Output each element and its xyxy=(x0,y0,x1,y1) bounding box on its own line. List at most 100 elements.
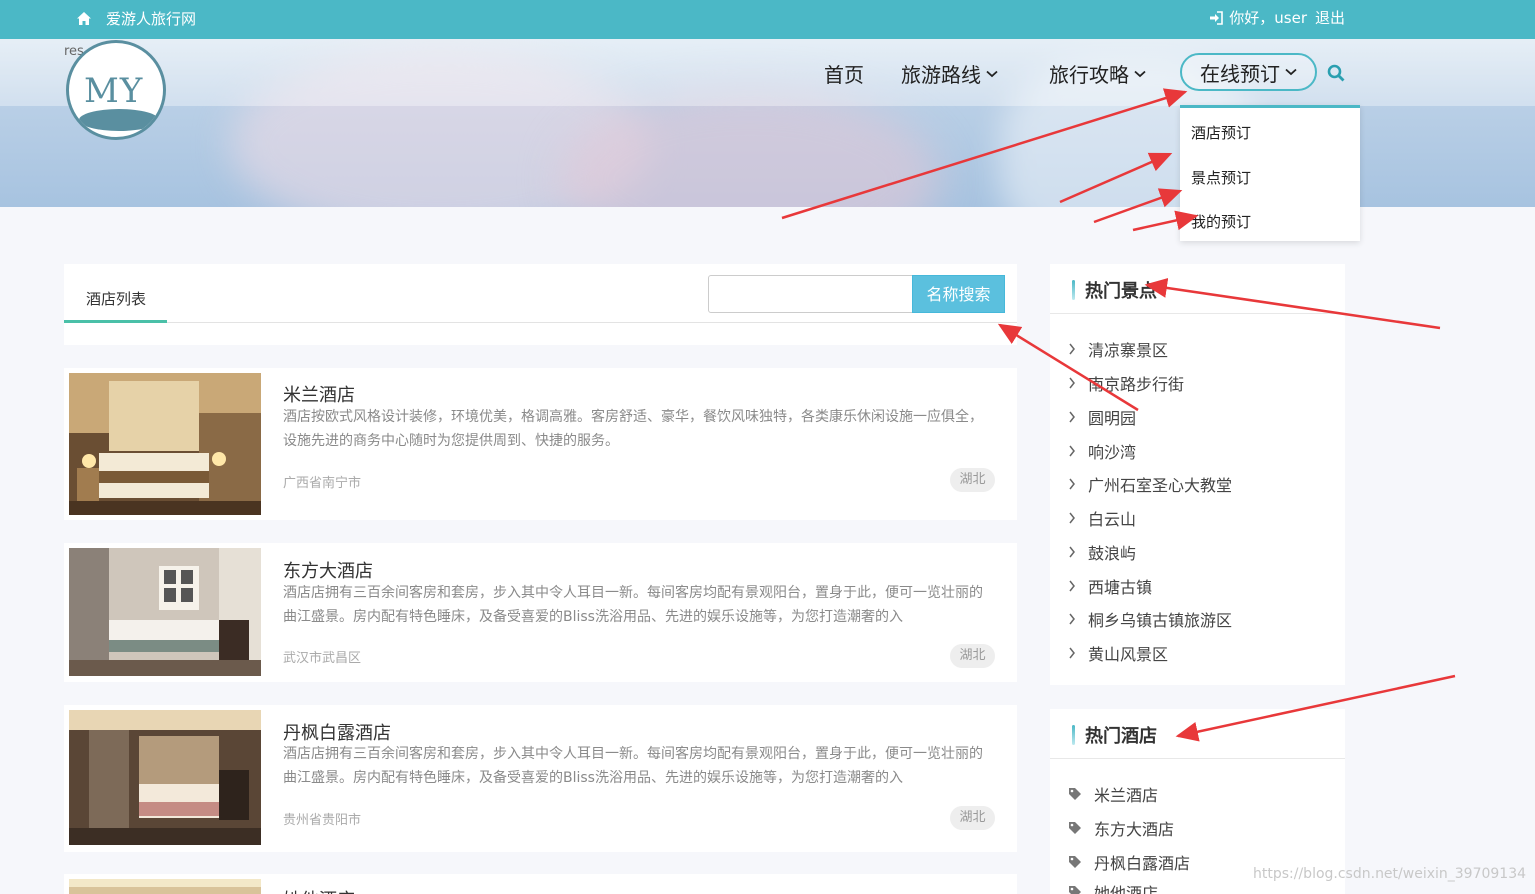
hotel-name[interactable]: 米兰酒店 xyxy=(283,381,355,407)
main-nav: 首页 旅游路线 旅行攻略 在线预订 xyxy=(0,53,1535,91)
top-bar: 爱游人旅行网 你好，user 退出 xyxy=(0,0,1535,39)
menu-item-spot-booking[interactable]: 景点预订 xyxy=(1191,167,1251,188)
hotel-card[interactable]: 米兰酒店 酒店按欧式风格设计装修，环境优美，格调高雅。客房舒适、豪华，餐饮风味独… xyxy=(64,368,1017,520)
hot-spot-item[interactable]: 南京路步行街 xyxy=(1068,371,1184,395)
hot-hotel-item[interactable]: 东方大酒店 xyxy=(1068,816,1174,840)
hot-spot-item[interactable]: 广州石室圣心大教堂 xyxy=(1068,472,1232,496)
hot-hotel-label: 米兰酒店 xyxy=(1094,786,1159,805)
hot-spots-heading: 热门景点 xyxy=(1072,277,1157,303)
search-icon[interactable] xyxy=(1327,64,1345,82)
province-tag[interactable]: 湖北 xyxy=(950,644,995,668)
tab-hotel-list[interactable]: 酒店列表 xyxy=(86,288,146,309)
hot-hotels-heading: 热门酒店 xyxy=(1072,722,1157,748)
hotel-thumbnail[interactable] xyxy=(69,373,261,515)
hotel-description: 酒店按欧式风格设计装修，环境优美，格调高雅。客房舒适、豪华，餐饮风味独特，各类康… xyxy=(283,409,983,449)
active-tab-indicator xyxy=(64,320,167,323)
hot-spot-label: 桐乡乌镇古镇旅游区 xyxy=(1088,611,1233,630)
tag-icon xyxy=(1069,788,1081,800)
chevron-down-icon xyxy=(1134,70,1146,77)
sign-in-icon xyxy=(1210,10,1224,25)
hot-spot-label: 白云山 xyxy=(1088,510,1137,529)
logo-wave xyxy=(79,109,159,131)
province-tag[interactable]: 湖北 xyxy=(950,806,995,830)
hot-spot-label: 清凉寨景区 xyxy=(1088,341,1169,360)
hot-spot-item[interactable]: 圆明园 xyxy=(1068,405,1136,429)
name-search-button[interactable]: 名称搜索 xyxy=(912,275,1005,313)
hot-hotel-label: 东方大酒店 xyxy=(1094,820,1175,839)
divider xyxy=(64,322,1017,323)
user-area: 你好，user 退出 xyxy=(1209,7,1345,28)
hot-spot-item[interactable]: 黄山风景区 xyxy=(1068,641,1168,665)
hotel-room-image xyxy=(69,373,261,515)
hotel-room-image xyxy=(69,879,261,894)
hot-spot-item[interactable]: 清凉寨景区 xyxy=(1068,337,1168,361)
hotel-card[interactable]: 她他酒店 xyxy=(64,874,1017,894)
booking-dropdown-menu: 酒店预订 景点预订 我的预订 xyxy=(1180,105,1360,241)
hot-spot-label: 响沙湾 xyxy=(1088,443,1137,462)
hot-hotel-label: 她他酒店 xyxy=(1094,884,1159,894)
menu-item-hotel-booking[interactable]: 酒店预订 xyxy=(1191,122,1251,143)
chevron-right-icon xyxy=(1069,647,1075,659)
hot-hotel-item[interactable]: 丹枫白露酒店 xyxy=(1068,850,1190,874)
hot-hotel-label: 丹枫白露酒店 xyxy=(1094,854,1191,873)
site-name: 爱游人旅行网 xyxy=(106,10,197,28)
hot-hotel-item[interactable]: 米兰酒店 xyxy=(1068,782,1158,806)
hotel-list-header: 酒店列表 名称搜索 xyxy=(64,264,1017,345)
hot-spot-label: 南京路步行街 xyxy=(1088,375,1185,394)
hotel-name[interactable]: 东方大酒店 xyxy=(283,557,373,583)
heading-accent-bar xyxy=(1072,280,1075,300)
nav-home[interactable]: 首页 xyxy=(824,59,864,88)
hot-hotel-item[interactable]: 她他酒店 xyxy=(1068,880,1158,894)
logout-link[interactable]: 退出 xyxy=(1315,7,1345,28)
hot-spot-item[interactable]: 响沙湾 xyxy=(1068,439,1136,463)
hotel-location: 贵州省贵阳市 xyxy=(283,813,362,828)
hotel-thumbnail[interactable] xyxy=(69,710,261,845)
home-icon xyxy=(77,11,91,25)
heading-accent-bar xyxy=(1072,725,1075,745)
chevron-right-icon xyxy=(1069,343,1075,355)
nav-guides[interactable]: 旅行攻略 xyxy=(1049,59,1146,88)
hotel-description: 酒店店拥有三百余间客房和套房，步入其中令人耳目一新。每间客房均配有景观阳台，置身… xyxy=(283,585,983,625)
chevron-down-icon xyxy=(1285,68,1297,76)
chevron-right-icon xyxy=(1069,377,1075,389)
menu-item-my-booking[interactable]: 我的预订 xyxy=(1191,211,1251,232)
hot-spot-label: 西塘古镇 xyxy=(1088,578,1153,597)
hot-spots-panel: 热门景点 清凉寨景区 南京路步行街 圆明园 响沙湾 广州石室圣心大教堂 白云山 … xyxy=(1050,264,1345,685)
hot-spot-label: 鼓浪屿 xyxy=(1088,544,1137,563)
chevron-right-icon xyxy=(1069,411,1075,423)
hotel-card[interactable]: 东方大酒店 酒店店拥有三百余间客房和套房，步入其中令人耳目一新。每间客房均配有景… xyxy=(64,543,1017,682)
hotel-name[interactable]: 她他酒店 xyxy=(283,886,355,894)
province-tag[interactable]: 湖北 xyxy=(950,468,995,492)
chevron-down-icon xyxy=(986,70,998,77)
hot-spot-item[interactable]: 西塘古镇 xyxy=(1068,574,1152,598)
nav-booking[interactable]: 在线预订 xyxy=(1180,53,1317,91)
hot-spots-title: 热门景点 xyxy=(1085,281,1157,302)
hot-spot-label: 黄山风景区 xyxy=(1088,645,1169,664)
nav-routes[interactable]: 旅游路线 xyxy=(901,59,998,88)
nav-label: 旅行攻略 xyxy=(1049,63,1129,87)
hotel-location: 广西省南宁市 xyxy=(283,476,362,491)
nav-label: 首页 xyxy=(824,63,864,87)
home-link[interactable]: 爱游人旅行网 xyxy=(76,8,196,29)
hot-spot-item[interactable]: 桐乡乌镇古镇旅游区 xyxy=(1068,607,1232,631)
hotel-room-image xyxy=(69,710,261,845)
tag-icon xyxy=(1069,822,1081,834)
divider xyxy=(1050,758,1345,759)
hot-spot-item[interactable]: 白云山 xyxy=(1068,506,1136,530)
watermark: https://blog.csdn.net/weixin_39709134 xyxy=(1253,866,1527,882)
hot-spot-item[interactable]: 鼓浪屿 xyxy=(1068,540,1136,564)
hot-spot-label: 广州石室圣心大教堂 xyxy=(1088,476,1233,495)
chevron-right-icon xyxy=(1069,512,1075,524)
hotel-thumbnail[interactable] xyxy=(69,879,261,894)
nav-label: 旅游路线 xyxy=(901,63,981,87)
tag-icon xyxy=(1069,856,1081,868)
hot-hotels-title: 热门酒店 xyxy=(1085,726,1157,747)
hotel-search-input[interactable] xyxy=(708,275,913,313)
tag-icon xyxy=(1069,886,1081,894)
hotel-thumbnail[interactable] xyxy=(69,548,261,676)
hotel-location: 武汉市武昌区 xyxy=(283,651,362,666)
chevron-right-icon xyxy=(1069,546,1075,558)
hotel-card[interactable]: 丹枫白露酒店 酒店店拥有三百余间客房和套房，步入其中令人耳目一新。每间客房均配有… xyxy=(64,705,1017,852)
nav-label: 在线预订 xyxy=(1200,61,1280,86)
hot-spot-label: 圆明园 xyxy=(1088,409,1137,428)
